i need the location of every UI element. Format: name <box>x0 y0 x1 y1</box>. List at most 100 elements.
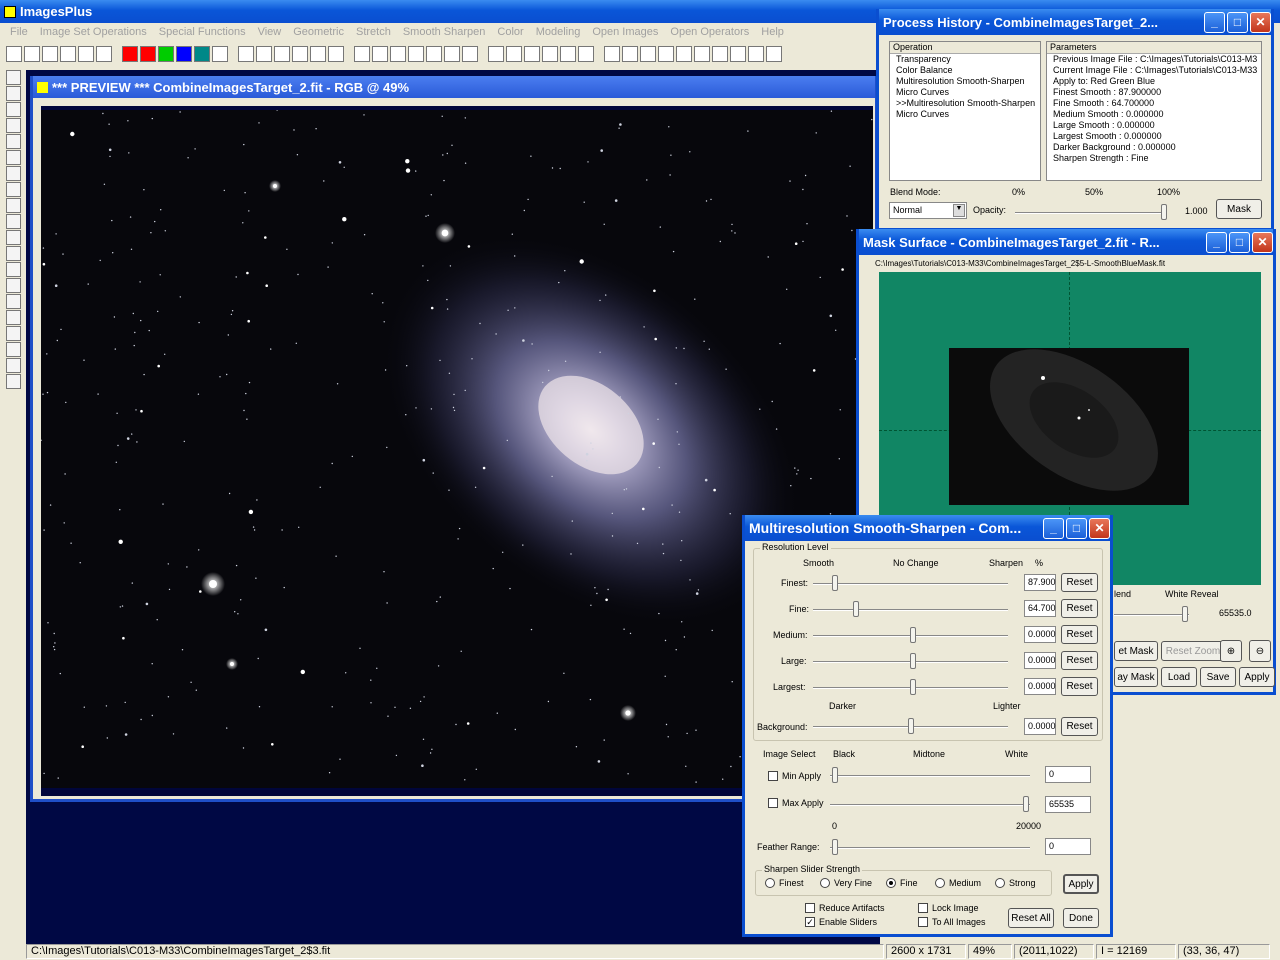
toolbar-tool-icon[interactable] <box>426 46 442 62</box>
toolbar-tool-icon[interactable] <box>640 46 656 62</box>
display-mask-button[interactable]: ay Mask <box>1114 667 1158 687</box>
toolbar-tool-icon[interactable] <box>256 46 272 62</box>
background-value[interactable]: 0.0000 <box>1024 718 1056 735</box>
toolbar-tool-icon[interactable] <box>730 46 746 62</box>
toolbar-tool-icon[interactable] <box>42 46 58 62</box>
side-tool-icon[interactable] <box>5 150 21 165</box>
level-slider[interactable] <box>813 679 1008 695</box>
max-apply-checkbox[interactable] <box>768 798 778 808</box>
side-tool-icon[interactable] <box>5 358 21 373</box>
toolbar-tool-icon[interactable] <box>444 46 460 62</box>
close-button[interactable]: ✕ <box>1250 11 1271 33</box>
toolbar-tool-icon[interactable] <box>658 46 674 62</box>
level-value[interactable]: 0.0000 <box>1024 626 1056 643</box>
level-reset-button[interactable]: Reset <box>1061 573 1098 592</box>
toolbar-tool-icon[interactable] <box>408 46 424 62</box>
opacity-slider[interactable] <box>1015 204 1167 220</box>
menu-open-operators[interactable]: Open Operators <box>664 26 755 38</box>
level-value[interactable]: 87.900 <box>1024 574 1056 591</box>
toolbar-tool-icon[interactable] <box>24 46 40 62</box>
side-tool-icon[interactable] <box>5 134 21 149</box>
toolbar-tool-icon[interactable] <box>390 46 406 62</box>
strength-radio[interactable] <box>820 878 830 888</box>
max-apply-slider[interactable] <box>830 796 1030 812</box>
toolbar-tool-icon[interactable] <box>604 46 620 62</box>
save-button[interactable]: Save <box>1200 667 1236 687</box>
lock-image-checkbox[interactable] <box>918 903 928 913</box>
toolbar-tool-icon[interactable] <box>238 46 254 62</box>
menu-geometric[interactable]: Geometric <box>287 26 350 38</box>
side-tool-icon[interactable] <box>5 182 21 197</box>
toolbar-tool-icon[interactable] <box>578 46 594 62</box>
side-tool-icon[interactable] <box>5 278 21 293</box>
minimize-button[interactable]: _ <box>1204 11 1225 33</box>
toolbar-tool-icon[interactable] <box>372 46 388 62</box>
history-titlebar[interactable]: Process History - CombineImagesTarget_2.… <box>879 9 1271 35</box>
toolbar-tool-icon[interactable] <box>488 46 504 62</box>
side-tool-icon[interactable] <box>5 374 21 389</box>
reset-zoom-button[interactable]: Reset Zoom <box>1161 641 1225 661</box>
min-apply-slider[interactable] <box>830 767 1030 783</box>
side-tool-icon[interactable] <box>5 166 21 181</box>
strength-radio[interactable] <box>765 878 775 888</box>
menu-image-set-operations[interactable]: Image Set Operations <box>34 26 153 38</box>
toolbar-tool-icon[interactable] <box>310 46 326 62</box>
operation-list[interactable]: Operation Transparency Color Balance Multi… <box>889 41 1041 181</box>
toolbar-tool-icon[interactable] <box>560 46 576 62</box>
toolbar-tool-icon[interactable] <box>176 46 192 62</box>
operation-item[interactable]: Multiresolution Smooth-Sharpen <box>893 76 1040 87</box>
mask-titlebar[interactable]: Mask Surface - CombineImagesTarget_2.fit… <box>859 229 1273 255</box>
level-value[interactable]: 0.0000 <box>1024 652 1056 669</box>
to-all-images-checkbox[interactable] <box>918 917 928 927</box>
menu-open-images[interactable]: Open Images <box>586 26 664 38</box>
level-reset-button[interactable]: Reset <box>1061 599 1098 618</box>
toolbar-tool-icon[interactable] <box>194 46 210 62</box>
maximize-button[interactable]: □ <box>1229 231 1250 253</box>
toolbar-tool-icon[interactable] <box>212 46 228 62</box>
menu-color[interactable]: Color <box>491 26 529 38</box>
menu-view[interactable]: View <box>252 26 288 38</box>
chevron-down-icon[interactable]: ▼ <box>953 204 965 217</box>
menu-modeling[interactable]: Modeling <box>530 26 587 38</box>
maximize-button[interactable]: □ <box>1066 517 1087 539</box>
level-value[interactable]: 0.0000 <box>1024 678 1056 695</box>
feather-range-value[interactable]: 0 <box>1045 838 1091 855</box>
toolbar-tool-icon[interactable] <box>766 46 782 62</box>
enable-sliders-checkbox[interactable]: ✓ <box>805 917 815 927</box>
toolbar-tool-icon[interactable] <box>96 46 112 62</box>
parameter-list[interactable]: Parameters Previous Image File : C:\Imag… <box>1046 41 1262 181</box>
background-slider[interactable] <box>813 718 1008 734</box>
min-apply-value[interactable]: 0 <box>1045 766 1091 783</box>
level-slider[interactable] <box>813 601 1008 617</box>
zoom-out-icon[interactable]: ⊖ <box>1249 640 1271 662</box>
toolbar-tool-icon[interactable] <box>274 46 290 62</box>
operation-item[interactable]: >>Multiresolution Smooth-Sharpen <box>893 98 1040 109</box>
toolbar-tool-icon[interactable] <box>748 46 764 62</box>
feather-range-slider[interactable] <box>830 839 1030 855</box>
strength-radio[interactable] <box>886 878 896 888</box>
max-apply-value[interactable]: 65535 <box>1045 796 1091 813</box>
side-tool-icon[interactable] <box>5 230 21 245</box>
menu-stretch[interactable]: Stretch <box>350 26 397 38</box>
level-reset-button[interactable]: Reset <box>1061 651 1098 670</box>
toolbar-tool-icon[interactable] <box>78 46 94 62</box>
side-tool-icon[interactable] <box>5 86 21 101</box>
side-tool-icon[interactable] <box>5 102 21 117</box>
blend-mode-select[interactable]: Normal ▼ <box>889 202 967 219</box>
toolbar-tool-icon[interactable] <box>524 46 540 62</box>
strength-radio[interactable] <box>995 878 1005 888</box>
mask-button[interactable]: Mask <box>1216 199 1262 219</box>
toolbar-tool-icon[interactable] <box>506 46 522 62</box>
set-mask-button[interactable]: et Mask <box>1114 641 1158 661</box>
side-tool-icon[interactable] <box>5 326 21 341</box>
apply-button[interactable]: Apply <box>1239 667 1275 687</box>
toolbar-tool-icon[interactable] <box>542 46 558 62</box>
min-apply-checkbox[interactable] <box>768 771 778 781</box>
toolbar-tool-icon[interactable] <box>622 46 638 62</box>
side-tool-icon[interactable] <box>5 118 21 133</box>
background-reset-button[interactable]: Reset <box>1061 717 1098 736</box>
toolbar-tool-icon[interactable] <box>140 46 156 62</box>
reduce-artifacts-checkbox[interactable] <box>805 903 815 913</box>
menu-special-functions[interactable]: Special Functions <box>153 26 252 38</box>
operation-item[interactable]: Micro Curves <box>893 109 1040 120</box>
